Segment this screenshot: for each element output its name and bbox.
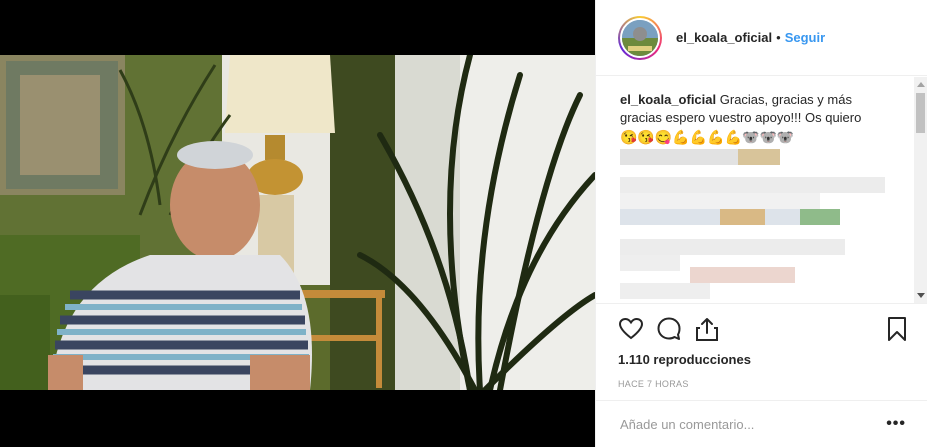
blurred-comment-line <box>620 239 845 255</box>
blurred-comment-line <box>720 209 765 225</box>
post-side-panel: el_koala_oficial • Seguir el_koala_ofici… <box>595 0 927 447</box>
scroll-up-arrow-icon[interactable] <box>917 82 925 87</box>
blurred-comment-line <box>620 255 680 271</box>
post-timestamp: HACE 7 HORAS <box>618 379 689 389</box>
header-username[interactable]: el_koala_oficial <box>676 30 772 45</box>
avatar-image <box>620 17 660 58</box>
instagram-post-view: el_koala_oficial • Seguir el_koala_ofici… <box>0 0 927 447</box>
more-options-icon[interactable]: ••• <box>886 415 906 433</box>
post-caption: el_koala_oficial Gracias, gracias y más … <box>620 91 890 146</box>
add-comment-bar: Añade un comentario... ••• <box>596 400 927 447</box>
header-separator: • <box>776 30 781 45</box>
action-icons <box>618 304 908 352</box>
blurred-comment-line <box>620 177 885 193</box>
video-frame-illustration <box>0 55 595 390</box>
comment-input[interactable]: Añade un comentario... <box>620 417 886 432</box>
bookmark-icon[interactable] <box>884 316 910 342</box>
media-area <box>0 0 595 447</box>
post-actions: 1.110 reproducciones HACE 7 HORAS <box>596 303 927 415</box>
share-icon[interactable] <box>694 316 720 342</box>
post-video[interactable] <box>0 55 595 390</box>
scroll-down-arrow-icon[interactable] <box>917 293 925 298</box>
blurred-comments <box>620 149 900 299</box>
blurred-comment-line <box>620 193 820 209</box>
comment-icon[interactable] <box>656 316 682 342</box>
avatar[interactable] <box>618 15 662 60</box>
comments-list: el_koala_oficial Gracias, gracias y más … <box>596 77 916 303</box>
post-header: el_koala_oficial • Seguir <box>596 0 927 76</box>
blurred-comment-line <box>690 267 795 283</box>
caption-emojis: 😘😘😋💪💪💪💪🐨🐨🐨 <box>620 129 795 145</box>
scroll-thumb[interactable] <box>916 93 925 133</box>
blurred-comment-line <box>620 283 710 299</box>
view-count[interactable]: 1.110 reproducciones <box>618 352 908 367</box>
blurred-comment-line <box>738 149 780 165</box>
comments-scrollbar[interactable] <box>914 77 927 303</box>
heart-icon[interactable] <box>618 316 644 342</box>
caption-username[interactable]: el_koala_oficial <box>620 92 716 107</box>
avatar-koala-illustration <box>622 19 658 56</box>
follow-button[interactable]: Seguir <box>785 30 825 45</box>
blurred-comment-line <box>800 209 840 225</box>
